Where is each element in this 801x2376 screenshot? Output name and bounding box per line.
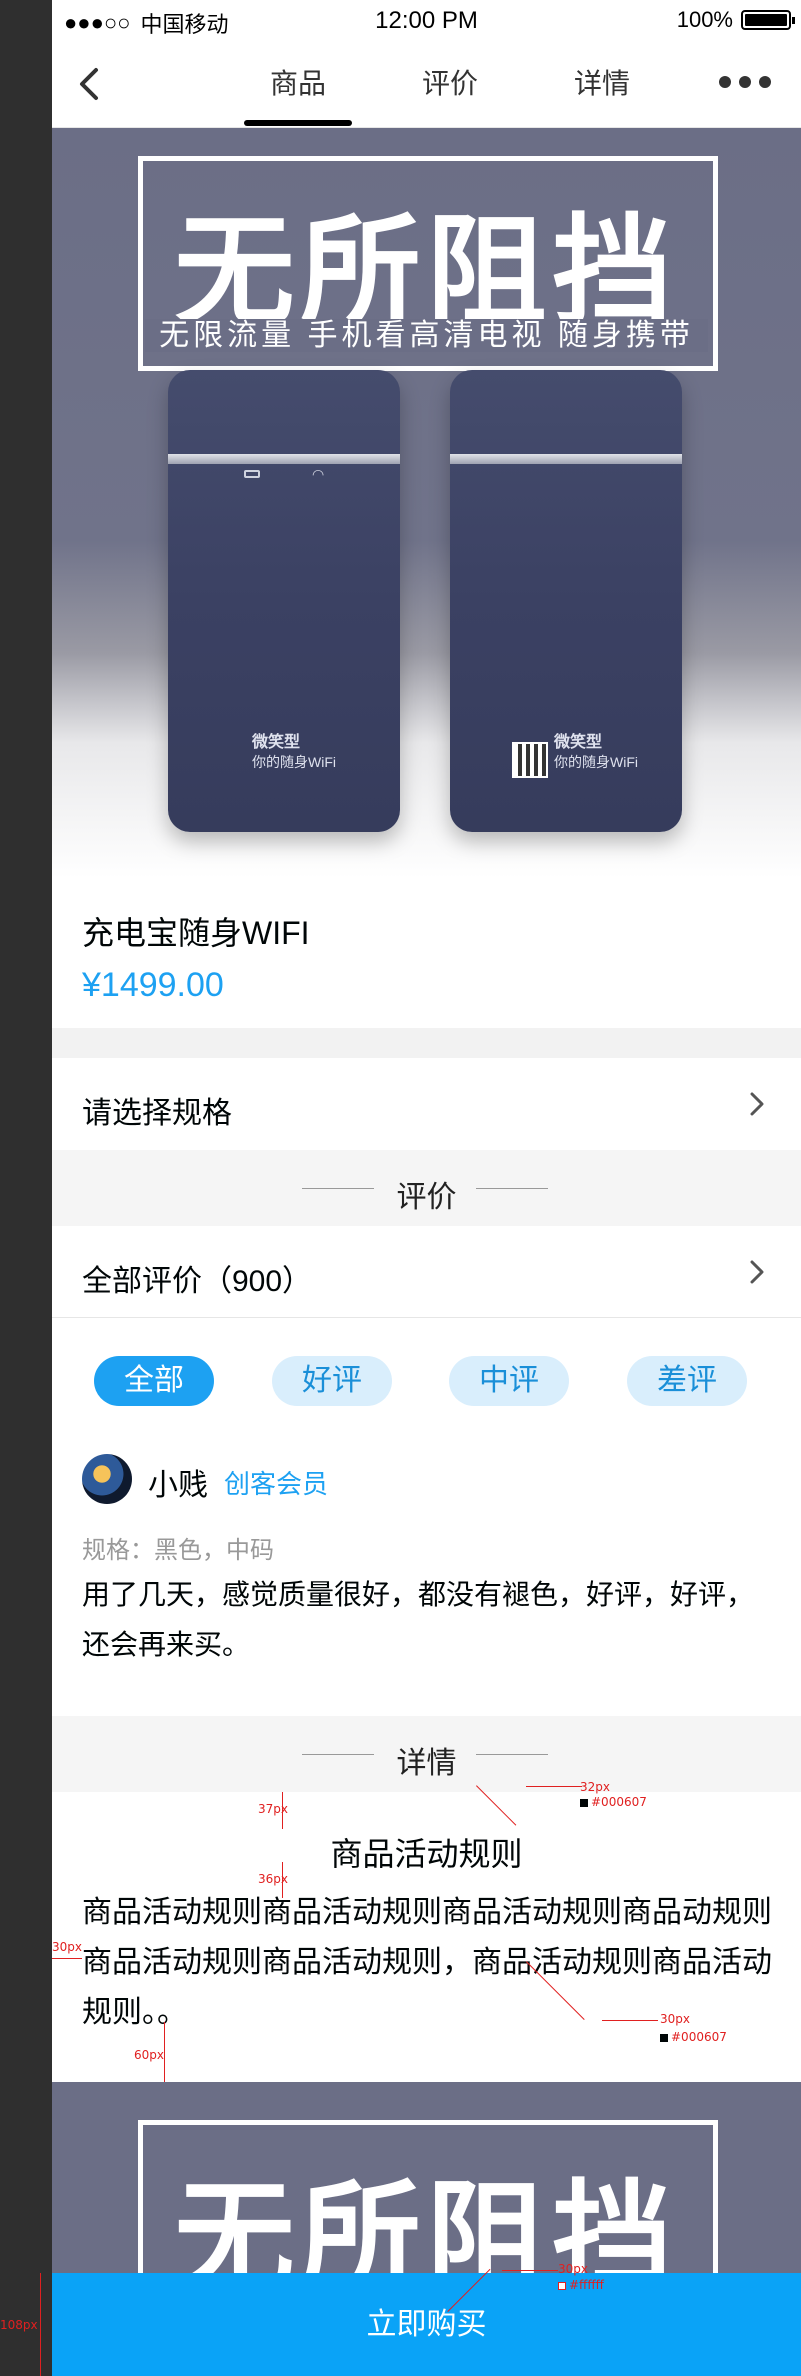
- reviews-header: 评价: [52, 1150, 801, 1226]
- wifi-icon: ◠: [312, 466, 325, 482]
- annotation-spacing: 37px: [258, 1802, 288, 1816]
- banner-subtitle: 无限流量 手机看高清电视 随身携带: [52, 310, 801, 354]
- product-info: 充电宝随身WIFI ¥1499.00: [52, 878, 801, 1028]
- product-name: 充电宝随身WIFI: [82, 915, 310, 951]
- device-tagline: 你的随身WiFi: [252, 754, 336, 770]
- device-brand-back: 微笑型: [554, 734, 603, 751]
- banner-subtitle-text: 无限流量 手机看高清电视 随身携带: [145, 319, 708, 352]
- qr-code-icon: [512, 742, 548, 778]
- annotation-spacing: 60px: [134, 2048, 164, 2062]
- tab-goods[interactable]: 商品: [222, 40, 374, 128]
- filter-all[interactable]: 全部: [94, 1356, 214, 1406]
- product-price: ¥1499.00: [82, 966, 224, 1004]
- annotation-color: #000607: [580, 1795, 647, 1809]
- avatar[interactable]: [82, 1454, 132, 1504]
- device-image-front: ◠ 微笑型 你的随身WiFi: [168, 370, 400, 832]
- device-logo: 微笑型 你的随身WiFi: [252, 728, 336, 772]
- device-logo-back: 微笑型 你的随身WiFi: [554, 728, 638, 772]
- battery-indicator-icon: [244, 470, 260, 478]
- battery-percent: 100%: [676, 7, 733, 32]
- nav-tabs: 商品 评价 详情: [222, 40, 678, 128]
- product-banner: 无所阻挡 无限流量 手机看高清电视 随身携带 ◠ 微笑型 你的随身WiFi 微笑…: [52, 128, 801, 878]
- annotation-height: 108px: [0, 2318, 38, 2332]
- spec-label: 请选择规格: [82, 1097, 232, 1130]
- review-filters: 全部 好评 中评 差评: [52, 1318, 801, 1438]
- all-reviews-label: 全部评价（900）: [82, 1265, 313, 1298]
- filter-neutral[interactable]: 中评: [449, 1356, 569, 1406]
- tab-details[interactable]: 详情: [526, 40, 678, 128]
- annotation-line: [52, 1958, 82, 1959]
- annotation-font-size: 32px: [580, 1780, 610, 1794]
- device-brand: 微笑型: [252, 734, 301, 751]
- review-text: 用了几天，感觉质量很好，都没有褪色，好评，好评，还会再来买。: [82, 1579, 755, 1660]
- spec-selector[interactable]: 请选择规格: [52, 1058, 801, 1150]
- annotation-color-value: #000607: [591, 1795, 647, 1809]
- more-dots-icon[interactable]: [719, 76, 771, 88]
- left-margin: [0, 0, 52, 2376]
- status-bar: ●●●○○ 中国移动 12:00 PM 100%: [52, 0, 801, 40]
- reviews-title: 评价: [396, 1181, 457, 1214]
- filter-positive[interactable]: 好评: [272, 1356, 392, 1406]
- annotation-line: [602, 2020, 658, 2021]
- review-spec: 规格：黑色，中码: [82, 1537, 274, 1564]
- annotation-font-size: 30px: [558, 2262, 588, 2276]
- chevron-right-icon: [750, 1092, 764, 1116]
- section-divider: [52, 1028, 801, 1058]
- review-item: 小贱 创客会员 规格：黑色，中码 用了几天，感觉质量很好，都没有褪色，好评，好评…: [52, 1438, 801, 1718]
- details-title: 详情: [396, 1747, 457, 1780]
- annotation-spacing: 36px: [258, 1872, 288, 1886]
- chevron-left-icon[interactable]: [70, 64, 110, 104]
- device-tagline-back: 你的随身WiFi: [554, 754, 638, 770]
- annotation-line: [282, 1792, 283, 1829]
- annotation-color-value: #000607: [671, 2030, 727, 2044]
- annotation-color: #000607: [660, 2030, 727, 2044]
- tab-reviews[interactable]: 评价: [374, 40, 526, 128]
- device-image-back: 微笑型 你的随身WiFi: [450, 370, 682, 832]
- annotation-margin: 30px: [52, 1940, 82, 1954]
- status-right: 100%: [676, 7, 795, 33]
- buy-now-button[interactable]: 立即购买: [52, 2273, 801, 2376]
- chevron-right-icon: [750, 1260, 764, 1284]
- all-reviews-row[interactable]: 全部评价（900）: [52, 1226, 801, 1318]
- member-badge: 创客会员: [224, 1469, 329, 1499]
- filter-negative[interactable]: 差评: [627, 1356, 747, 1406]
- battery-icon: [741, 10, 795, 30]
- details-heading: 商品活动规则: [330, 1836, 523, 1872]
- annotation-line: [164, 2022, 165, 2082]
- divider-line: [476, 1188, 548, 1189]
- annotation-font-size: 30px: [660, 2012, 690, 2026]
- review-username: 小贱: [148, 1469, 208, 1502]
- details-header: 详情: [52, 1716, 801, 1792]
- annotation-line: [40, 2273, 41, 2376]
- phone-screen: ●●●○○ 中国移动 12:00 PM 100% 商品 评价 详情 无所阻挡 无…: [52, 0, 801, 2376]
- annotation-line: [526, 1786, 582, 1787]
- annotation-color-value: #ffffff: [569, 2278, 604, 2292]
- annotation-color: #ffffff: [558, 2278, 604, 2292]
- annotation-line: [282, 1862, 283, 1898]
- top-nav: 商品 评价 详情: [52, 40, 801, 128]
- divider-line: [476, 1754, 548, 1755]
- annotation-line: [502, 2270, 558, 2271]
